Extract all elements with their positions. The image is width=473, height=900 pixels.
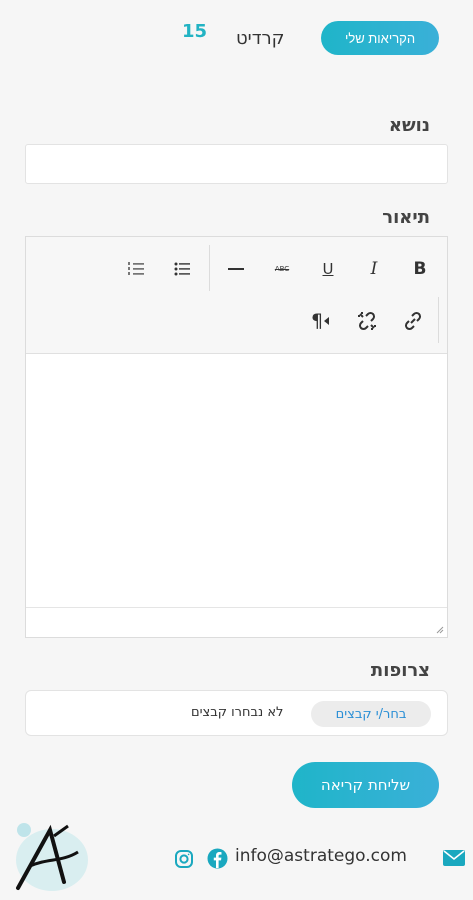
strikethrough-icon[interactable]: ABC [267,254,297,284]
instagram-icon[interactable] [174,849,194,873]
editor-toolbar: B I U ABC ¶ [26,237,447,354]
unlink-icon[interactable] [352,306,382,336]
description-editor: B I U ABC ¶ [25,236,448,638]
attachments-label: צרופות [370,660,430,681]
editor-content-area[interactable] [26,354,447,607]
editor-statusbar [26,607,447,637]
link-icon[interactable] [398,306,428,336]
bullet-list-icon[interactable] [167,254,197,284]
facebook-icon[interactable] [207,848,228,873]
choose-files-button[interactable]: בחר/י קבצים [311,701,431,727]
subject-input[interactable] [25,144,448,184]
submit-button[interactable]: שליחת קריאה [292,762,439,808]
paragraph-direction-icon[interactable]: ¶ [305,306,335,336]
numbered-list-icon[interactable] [121,254,151,284]
credit-count: 15 [182,21,208,42]
logo [8,818,90,896]
paragraph-glyph: ¶ [310,310,324,332]
my-calls-button[interactable]: הקריאות שלי [321,21,439,55]
file-input: בחר/י קבצים לא נבחרו קבצים [25,690,448,736]
description-label: תיאור [382,207,430,228]
resize-handle-icon[interactable] [434,624,444,634]
subject-label: נושא [388,115,430,136]
underline-icon[interactable]: U [313,254,343,284]
toolbar-separator [438,297,439,343]
header: הקריאות שלי קרדיט 15 [0,0,473,80]
toolbar-separator [209,245,210,291]
credit-label: קרדיט [236,28,285,49]
italic-icon[interactable]: I [359,254,389,284]
envelope-icon[interactable] [443,850,465,870]
email-link[interactable]: info@astratego.com [235,846,407,866]
no-files-text: לא נבחרו קבצים [191,705,284,720]
horizontal-line-icon[interactable] [221,254,251,284]
bold-icon[interactable]: B [405,254,435,284]
